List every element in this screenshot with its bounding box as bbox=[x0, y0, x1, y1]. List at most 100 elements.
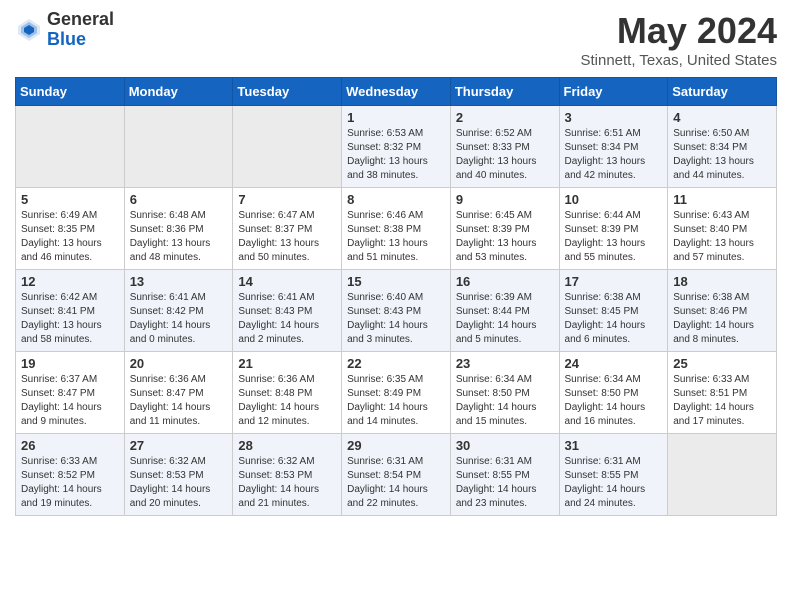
logo-blue: Blue bbox=[47, 29, 86, 49]
table-row: 10 Sunrise: 6:44 AM Sunset: 8:39 PM Dayli… bbox=[559, 188, 668, 270]
day-number: 23 bbox=[456, 356, 554, 371]
day-number: 17 bbox=[565, 274, 663, 289]
day-number: 10 bbox=[565, 192, 663, 207]
col-friday: Friday bbox=[559, 78, 668, 106]
table-row: 18Sunrise: 6:38 AM Sunset: 8:46 PM Dayli… bbox=[668, 270, 777, 352]
day-info: Sunrise: 6:49 AM Sunset: 8:35 PM Dayligh… bbox=[21, 209, 119, 265]
day-number: 24 bbox=[565, 356, 663, 371]
table-row bbox=[16, 106, 125, 188]
table-row: 6 Sunrise: 6:48 AM Sunset: 8:36 PM Daylig… bbox=[124, 188, 233, 270]
table-row: 14 Sunrise: 6:41 AM Sunset: 8:43 PM Dayli… bbox=[233, 270, 342, 352]
day-info: Sunrise: 6:34 AM Sunset: 8:50 PM Dayligh… bbox=[565, 373, 663, 429]
table-row: 21Sunrise: 6:36 AM Sunset: 8:48 PM Dayli… bbox=[233, 352, 342, 434]
col-wednesday: Wednesday bbox=[342, 78, 451, 106]
day-info: Sunrise: 6:43 AM Sunset: 8:40 PM Dayligh… bbox=[673, 209, 771, 265]
table-row: 2 Sunrise: 6:52 AM Sunset: 8:33 PM Daylig… bbox=[450, 106, 559, 188]
day-number: 8 bbox=[347, 192, 445, 207]
table-row: 23 Sunrise: 6:34 AM Sunset: 8:50 PM Dayli… bbox=[450, 352, 559, 434]
day-info: Sunrise: 6:46 AM Sunset: 8:38 PM Dayligh… bbox=[347, 209, 445, 265]
table-row: 28 Sunrise: 6:32 AM Sunset: 8:53 PM Dayli… bbox=[233, 434, 342, 516]
page: General Blue May 2024 Stinnett, Texas, U… bbox=[0, 0, 792, 526]
day-info: Sunrise: 6:33 AM Sunset: 8:51 PM Dayligh… bbox=[673, 373, 771, 429]
day-info: Sunrise: 6:38 AM Sunset: 8:45 PM Dayligh… bbox=[565, 291, 663, 347]
table-row: 1 Sunrise: 6:53 AM Sunset: 8:32 PM Daylig… bbox=[342, 106, 451, 188]
calendar-header-row: Sunday Monday Tuesday Wednesday Thursday… bbox=[16, 78, 777, 106]
day-number: 31 bbox=[565, 438, 663, 453]
day-number: 6 bbox=[130, 192, 228, 207]
day-info: Sunrise: 6:34 AM Sunset: 8:50 PM Dayligh… bbox=[456, 373, 554, 429]
day-info: Sunrise: 6:41 AM Sunset: 8:42 PM Dayligh… bbox=[130, 291, 228, 347]
table-row: 13 Sunrise: 6:41 AM Sunset: 8:42 PM Dayli… bbox=[124, 270, 233, 352]
table-row: 26 Sunrise: 6:33 AM Sunset: 8:52 PM Dayli… bbox=[16, 434, 125, 516]
title-month: May 2024 bbox=[580, 10, 777, 52]
day-number: 25 bbox=[673, 356, 771, 371]
day-number: 5 bbox=[21, 192, 119, 207]
table-row: 20 Sunrise: 6:36 AM Sunset: 8:47 PM Dayli… bbox=[124, 352, 233, 434]
calendar-table: Sunday Monday Tuesday Wednesday Thursday… bbox=[15, 77, 777, 516]
day-info: Sunrise: 6:47 AM Sunset: 8:37 PM Dayligh… bbox=[238, 209, 336, 265]
day-number: 15 bbox=[347, 274, 445, 289]
day-info: Sunrise: 6:36 AM Sunset: 8:47 PM Dayligh… bbox=[130, 373, 228, 429]
day-number: 14 bbox=[238, 274, 336, 289]
table-row: 19 Sunrise: 6:37 AM Sunset: 8:47 PM Dayli… bbox=[16, 352, 125, 434]
day-number: 9 bbox=[456, 192, 554, 207]
day-info: Sunrise: 6:44 AM Sunset: 8:39 PM Dayligh… bbox=[565, 209, 663, 265]
table-row: 24 Sunrise: 6:34 AM Sunset: 8:50 PM Dayli… bbox=[559, 352, 668, 434]
day-info: Sunrise: 6:45 AM Sunset: 8:39 PM Dayligh… bbox=[456, 209, 554, 265]
table-row: 8 Sunrise: 6:46 AM Sunset: 8:38 PM Daylig… bbox=[342, 188, 451, 270]
day-number: 11 bbox=[673, 192, 771, 207]
header: General Blue May 2024 Stinnett, Texas, U… bbox=[15, 10, 777, 69]
day-info: Sunrise: 6:40 AM Sunset: 8:43 PM Dayligh… bbox=[347, 291, 445, 347]
day-info: Sunrise: 6:50 AM Sunset: 8:34 PM Dayligh… bbox=[673, 127, 771, 183]
table-row: 25 Sunrise: 6:33 AM Sunset: 8:51 PM Dayli… bbox=[668, 352, 777, 434]
day-number: 19 bbox=[21, 356, 119, 371]
day-info: Sunrise: 6:32 AM Sunset: 8:53 PM Dayligh… bbox=[238, 455, 336, 511]
table-row: 12 Sunrise: 6:42 AM Sunset: 8:41 PM Dayli… bbox=[16, 270, 125, 352]
table-row bbox=[124, 106, 233, 188]
table-row: 15 Sunrise: 6:40 AM Sunset: 8:43 PM Dayli… bbox=[342, 270, 451, 352]
logo-text: General Blue bbox=[47, 10, 114, 50]
day-info: Sunrise: 6:33 AM Sunset: 8:52 PM Dayligh… bbox=[21, 455, 119, 511]
day-info: Sunrise: 6:39 AM Sunset: 8:44 PM Dayligh… bbox=[456, 291, 554, 347]
calendar-week-1: 1 Sunrise: 6:53 AM Sunset: 8:32 PM Daylig… bbox=[16, 106, 777, 188]
day-info: Sunrise: 6:37 AM Sunset: 8:47 PM Dayligh… bbox=[21, 373, 119, 429]
table-row: 30Sunrise: 6:31 AM Sunset: 8:55 PM Dayli… bbox=[450, 434, 559, 516]
day-number: 7 bbox=[238, 192, 336, 207]
day-info: Sunrise: 6:48 AM Sunset: 8:36 PM Dayligh… bbox=[130, 209, 228, 265]
day-info: Sunrise: 6:52 AM Sunset: 8:33 PM Dayligh… bbox=[456, 127, 554, 183]
day-number: 27 bbox=[130, 438, 228, 453]
title-block: May 2024 Stinnett, Texas, United States bbox=[580, 10, 777, 69]
logo: General Blue bbox=[15, 10, 114, 50]
day-number: 20 bbox=[130, 356, 228, 371]
day-number: 12 bbox=[21, 274, 119, 289]
day-number: 13 bbox=[130, 274, 228, 289]
logo-general: General bbox=[47, 9, 114, 29]
day-info: Sunrise: 6:41 AM Sunset: 8:43 PM Dayligh… bbox=[238, 291, 336, 347]
day-info: Sunrise: 6:32 AM Sunset: 8:53 PM Dayligh… bbox=[130, 455, 228, 511]
col-sunday: Sunday bbox=[16, 78, 125, 106]
day-info: Sunrise: 6:31 AM Sunset: 8:54 PM Dayligh… bbox=[347, 455, 445, 511]
calendar-week-5: 26 Sunrise: 6:33 AM Sunset: 8:52 PM Dayli… bbox=[16, 434, 777, 516]
day-number: 1 bbox=[347, 110, 445, 125]
table-row: 29Sunrise: 6:31 AM Sunset: 8:54 PM Dayli… bbox=[342, 434, 451, 516]
day-info: Sunrise: 6:35 AM Sunset: 8:49 PM Dayligh… bbox=[347, 373, 445, 429]
table-row: 27 Sunrise: 6:32 AM Sunset: 8:53 PM Dayli… bbox=[124, 434, 233, 516]
day-number: 2 bbox=[456, 110, 554, 125]
day-info: Sunrise: 6:31 AM Sunset: 8:55 PM Dayligh… bbox=[456, 455, 554, 511]
table-row: 3Sunrise: 6:51 AM Sunset: 8:34 PM Daylig… bbox=[559, 106, 668, 188]
col-thursday: Thursday bbox=[450, 78, 559, 106]
table-row: 22 Sunrise: 6:35 AM Sunset: 8:49 PM Dayli… bbox=[342, 352, 451, 434]
table-row: 7 Sunrise: 6:47 AM Sunset: 8:37 PM Daylig… bbox=[233, 188, 342, 270]
table-row: 17 Sunrise: 6:38 AM Sunset: 8:45 PM Dayli… bbox=[559, 270, 668, 352]
table-row: 16Sunrise: 6:39 AM Sunset: 8:44 PM Dayli… bbox=[450, 270, 559, 352]
calendar-week-4: 19 Sunrise: 6:37 AM Sunset: 8:47 PM Dayli… bbox=[16, 352, 777, 434]
day-info: Sunrise: 6:42 AM Sunset: 8:41 PM Dayligh… bbox=[21, 291, 119, 347]
day-info: Sunrise: 6:53 AM Sunset: 8:32 PM Dayligh… bbox=[347, 127, 445, 183]
table-row: 4Sunrise: 6:50 AM Sunset: 8:34 PM Daylig… bbox=[668, 106, 777, 188]
day-number: 22 bbox=[347, 356, 445, 371]
table-row bbox=[668, 434, 777, 516]
table-row: 5 Sunrise: 6:49 AM Sunset: 8:35 PM Daylig… bbox=[16, 188, 125, 270]
day-number: 21 bbox=[238, 356, 336, 371]
day-number: 26 bbox=[21, 438, 119, 453]
day-number: 28 bbox=[238, 438, 336, 453]
